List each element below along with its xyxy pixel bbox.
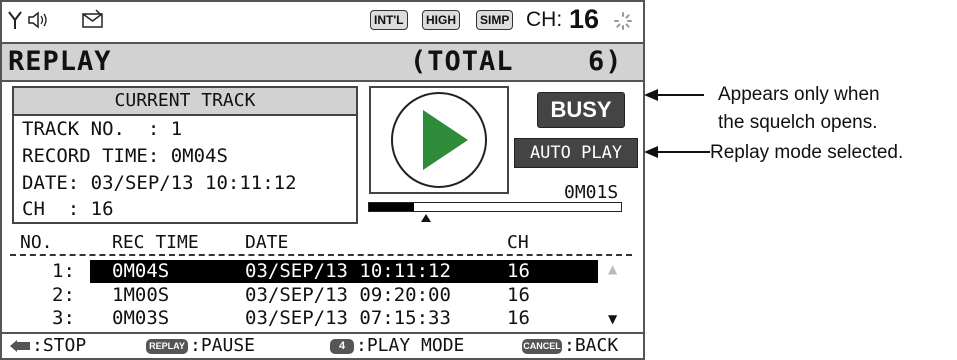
channel-label: CH: (526, 8, 563, 31)
busy-callout-line1: Appears only when (718, 84, 880, 105)
total-count: 6) (588, 46, 623, 77)
play-mode-indicator: AUTO PLAY (514, 138, 638, 168)
track-channel: CH : 16 (22, 198, 114, 220)
row-rec-time: 1M00S (112, 284, 170, 306)
scroll-down-icon[interactable]: ▼ (608, 312, 617, 326)
play-mode-hint: :PLAY MODE (356, 335, 465, 356)
list-item[interactable]: 2: 1M00S 03/SEP/13 09:20:00 16 (2, 284, 643, 307)
message-icon (82, 9, 103, 28)
footer-bar: :STOP REPLAY :PAUSE 4 :PLAY MODE CANCEL … (2, 332, 643, 360)
column-header-ch: CH (507, 232, 529, 253)
power-high-badge: HIGH (422, 10, 460, 30)
play-indicator (369, 86, 509, 194)
speaker-icon (28, 11, 47, 29)
column-header-rec-time: REC TIME (112, 232, 199, 253)
row-channel: 16 (507, 260, 530, 282)
scroll-up-icon[interactable]: ▲ (608, 262, 617, 276)
stop-hint: :STOP (32, 335, 87, 356)
replay-screen: INT'L HIGH SIMP CH: 16 REPLAY (TOTAL 6) … (0, 0, 645, 360)
header-divider (10, 254, 632, 256)
mode-callout-text: Replay mode selected. (710, 142, 904, 163)
record-date: DATE: 03/SEP/13 10:11:12 (22, 172, 297, 194)
progress-marker-icon (421, 214, 431, 222)
cancel-key-icon: CANCEL (522, 339, 562, 354)
row-rec-time: 0M03S (112, 307, 170, 329)
column-header-date: DATE (245, 232, 289, 253)
busy-callout-arrow (644, 89, 704, 101)
current-track-panel: CURRENT TRACK TRACK NO. : 1 RECORD TIME:… (12, 86, 358, 224)
total-label: (TOTAL (410, 46, 514, 77)
key-4-icon: 4 (330, 339, 354, 354)
list-item[interactable]: 3: 0M03S 03/SEP/13 07:15:33 16 (2, 307, 643, 330)
row-number: 1: (52, 260, 75, 282)
title-bar: REPLAY (TOTAL 6) (2, 42, 643, 82)
progress-fill (369, 203, 414, 211)
track-number: TRACK NO. : 1 (22, 118, 183, 140)
status-bar: INT'L HIGH SIMP CH: 16 (2, 2, 643, 42)
current-track-header: CURRENT TRACK (14, 88, 356, 116)
busy-callout-line2: the squelch opens. (718, 112, 878, 133)
elapsed-time: 0M01S (564, 182, 619, 203)
row-channel: 16 (507, 307, 530, 329)
list-item[interactable]: 1: 0M04S 03/SEP/13 10:11:12 16 (2, 260, 643, 283)
row-date: 03/SEP/13 09:20:00 (245, 284, 451, 306)
row-number: 2: (52, 284, 75, 306)
mode-callout-arrow (644, 146, 710, 158)
pause-hint: :PAUSE (190, 335, 256, 356)
back-hint: :BACK (564, 335, 619, 356)
record-time: RECORD TIME: 0M04S (22, 145, 228, 167)
busy-indicator: BUSY (537, 92, 625, 128)
row-number: 3: (52, 307, 75, 329)
antenna-icon (8, 11, 22, 29)
row-channel: 16 (507, 284, 530, 306)
page-title: REPLAY (8, 46, 112, 77)
simplex-badge: SIMP (476, 10, 514, 30)
channel-value: 16 (569, 4, 600, 34)
enter-key-icon (10, 340, 30, 352)
progress-bar (368, 202, 622, 212)
play-icon (391, 92, 487, 188)
intl-badge: INT'L (370, 10, 408, 30)
row-rec-time: 0M04S (112, 260, 170, 282)
replay-key-icon: REPLAY (146, 339, 188, 354)
scan-spinner-icon (614, 12, 632, 30)
column-header-no: NO. (20, 232, 53, 253)
row-date: 03/SEP/13 10:11:12 (245, 260, 451, 282)
row-date: 03/SEP/13 07:15:33 (245, 307, 451, 329)
